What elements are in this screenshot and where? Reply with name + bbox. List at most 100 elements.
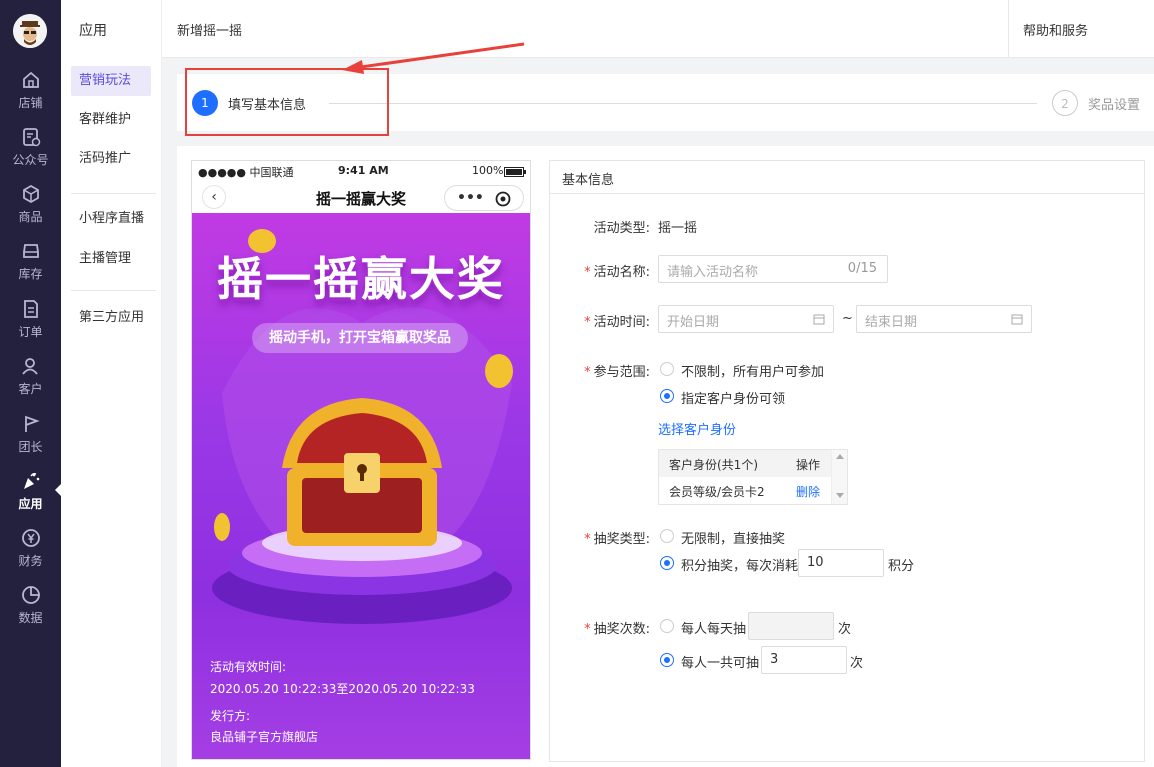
points-cost-input[interactable]: 10 [798, 549, 884, 577]
scope-specified-label: 指定客户身份可领 [681, 392, 786, 407]
subnav-item-third-party[interactable]: 第三方应用 [71, 303, 151, 333]
subnav-title: 应用 [79, 23, 107, 39]
select-identity-link[interactable]: 选择客户身份 [658, 419, 736, 438]
table-col-action: 操作 [796, 458, 821, 472]
scope-unlimited-radio[interactable] [660, 362, 674, 376]
draw-points-radio[interactable] [660, 556, 674, 570]
activity-type-value: 摇一摇 [658, 221, 698, 236]
avatar[interactable] [13, 14, 47, 48]
times-daily-radio[interactable] [660, 619, 674, 633]
activity-name-input[interactable]: 请输入活动名称 0/15 [658, 255, 888, 283]
rail-label: 团长 [18, 440, 43, 454]
divider [71, 290, 156, 291]
subnav-item-mini-program-live[interactable]: 小程序直播 [71, 204, 151, 234]
home-icon [22, 71, 39, 88]
date-range-separator: ~ [842, 311, 853, 326]
content-panel: ●●●●● 中国联通 9:41 AM 100% ‹ 摇一摇赢大奖 ••• 摇一摇… [177, 146, 1154, 767]
poster-title: 摇一摇赢大奖 [217, 252, 505, 306]
official-account-icon [22, 128, 40, 147]
rail-label: 订单 [18, 325, 43, 339]
times-total-input[interactable]: 3 [761, 646, 847, 674]
draw-unlimited-label: 无限制，直接抽奖 [681, 532, 786, 547]
char-count: 0/15 [847, 261, 877, 276]
draw-times-label: * 抽奖次数: [584, 622, 650, 637]
rail-item-goods[interactable]: 商品 [0, 176, 61, 232]
phone-preview: ●●●●● 中国联通 9:41 AM 100% ‹ 摇一摇赢大奖 ••• 摇一摇… [191, 160, 531, 760]
activity-time-label: * 活动时间: [584, 315, 650, 330]
rail-label: 库存 [18, 267, 43, 281]
rail-label: 客户 [18, 382, 43, 396]
phone-status-bar: ●●●●● 中国联通 9:41 AM 100% [192, 161, 530, 183]
activity-name-label: * 活动名称: [584, 265, 650, 280]
form-section-title: 基本信息 [550, 161, 1144, 194]
rail-label: 公众号 [12, 153, 49, 167]
annotation-highlight-box [185, 68, 389, 136]
carrier: ●●●●● 中国联通 [198, 166, 294, 179]
draw-unlimited-radio[interactable] [660, 529, 674, 543]
subnav-item-live-code[interactable]: 活码推广 [71, 144, 151, 174]
main-content: 1 填写基本信息 2 奖品设置 ●●●●● 中国联通 9:41 AM 100% … [162, 42, 1154, 767]
pie-chart-icon [21, 586, 40, 604]
issuer-name: 良品铺子官方旗舰店 [210, 730, 319, 744]
rail-label: 财务 [18, 554, 43, 568]
app-root: 店铺 公众号 商品 库存 订单 客户 团长 应用 财务 数据 应用 营销玩法 客… [0, 0, 1154, 767]
step-2-label: 奖品设置 [1088, 98, 1141, 113]
more-icon: ••• [457, 190, 484, 206]
rail-item-store[interactable]: 店铺 [0, 62, 61, 118]
rail-item-data[interactable]: 数据 [0, 577, 61, 633]
scope-specified-radio[interactable] [660, 389, 674, 403]
subnav-item-customer-groups[interactable]: 客群维护 [71, 105, 151, 135]
draw-points-label: 积分抽奖，每次消耗 [681, 559, 799, 574]
rail-item-finance[interactable]: 财务 [0, 520, 61, 576]
party-popper-icon [23, 473, 39, 489]
page-title: 新增摇一摇 [177, 24, 243, 39]
scope-unlimited-label: 不限制，所有用户可参加 [681, 365, 825, 380]
mini-program-capsule: ••• [444, 185, 524, 211]
inventory-icon [22, 244, 39, 258]
subnav-item-anchor-management[interactable]: 主播管理 [71, 244, 151, 274]
poster-subtitle: 摇动手机，打开宝箱赢取奖品 [252, 323, 468, 353]
rail-item-customers[interactable]: 客户 [0, 348, 61, 404]
calendar-icon [1011, 314, 1023, 325]
table-cell-identity: 会员等级/会员卡2 [669, 485, 765, 499]
rail-item-leader[interactable]: 团长 [0, 406, 61, 462]
main-sidebar: 店铺 公众号 商品 库存 订单 客户 团长 应用 财务 数据 [0, 0, 61, 767]
draw-type-label: * 抽奖类型: [584, 532, 650, 547]
rail-label: 数据 [18, 611, 43, 625]
delete-identity-link[interactable]: 删除 [796, 483, 820, 500]
scope-label: * 参与范围: [584, 365, 650, 380]
start-date-placeholder: 开始日期 [667, 315, 720, 330]
valid-time-range: 2020.05.20 10:22:33至2020.05.20 10:22:33 [210, 682, 475, 696]
start-date-input[interactable]: 开始日期 [658, 305, 834, 333]
subnav-item-marketing[interactable]: 营销玩法 [71, 66, 151, 96]
shake-poster: 摇一摇赢大奖 摇动手机，打开宝箱赢取奖品 活动有效时间: 2020.05.20 … [192, 213, 530, 759]
end-date-input[interactable]: 结束日期 [856, 305, 1032, 333]
help-and-service-link[interactable]: 帮助和服务 [1008, 0, 1154, 58]
times-total-radio[interactable] [660, 653, 674, 667]
times-total-unit: 次 [850, 656, 864, 671]
end-date-placeholder: 结束日期 [865, 315, 918, 330]
battery-level: 100% [472, 164, 504, 177]
times-daily-input[interactable] [748, 612, 834, 640]
rail-label: 店铺 [18, 96, 43, 110]
activity-type-label: 活动类型: [593, 221, 650, 236]
basic-info-form: 基本信息 活动类型: 摇一摇 * 活动名称: 请输入活动名称 0/15 * 活动时间… [549, 160, 1145, 762]
table-col-identity: 客户身份(共1个) [669, 458, 758, 472]
step-2-number: 2 [1052, 90, 1078, 116]
rail-item-official-account[interactable]: 公众号 [0, 119, 61, 175]
times-daily-unit: 次 [838, 622, 852, 637]
table-scrollbar[interactable] [831, 450, 847, 504]
box-icon [22, 184, 39, 204]
points-unit: 积分 [888, 559, 915, 574]
annotation-arrow-icon [342, 42, 525, 74]
rail-label: 商品 [18, 210, 43, 224]
rail-item-apps[interactable]: 应用 [0, 463, 61, 519]
rail-label: 应用 [18, 497, 43, 511]
rail-item-inventory[interactable]: 库存 [0, 233, 61, 289]
yen-icon [21, 529, 40, 547]
flag-icon [24, 415, 40, 432]
top-bar: 新增摇一摇 帮助和服务 [162, 0, 1154, 58]
phone-nav-bar: ‹ 摇一摇赢大奖 ••• [192, 183, 530, 213]
rail-item-orders[interactable]: 订单 [0, 291, 61, 347]
divider [71, 193, 156, 194]
